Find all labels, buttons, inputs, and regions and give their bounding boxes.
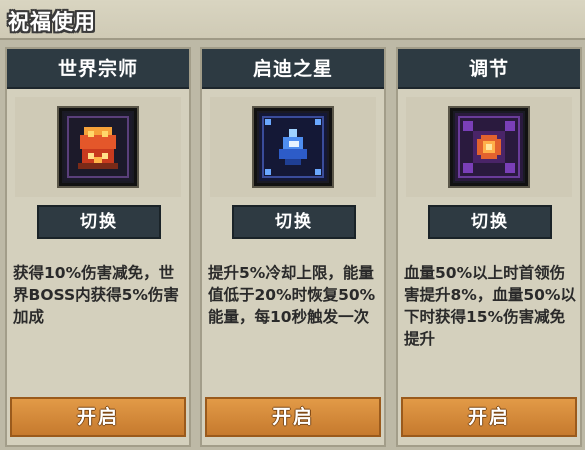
card-title: 世界宗师 bbox=[7, 49, 189, 89]
icon-area bbox=[15, 97, 181, 197]
blessing-card-enlightening-star: 启迪之星 切换 提升5%冷却上限，能量值低于20%时恢复50%能量，每10秒触发… bbox=[200, 47, 386, 447]
switch-button[interactable]: 切换 bbox=[428, 205, 552, 239]
blessing-panel: 祝福使用 世界宗师 切换 获得10%伤害减免，世界BOSS内获得5%伤害加成 开… bbox=[0, 0, 585, 450]
card-description: 血量50%以上时首领伤害提升8%，血量50%以下时获得15%伤害减免提升 bbox=[404, 264, 576, 348]
icon-area bbox=[406, 97, 572, 197]
blessing-card-adjust: 调节 切换 血量50%以上时首领伤害提升8%，血量50%以下时获得15%伤害减免… bbox=[396, 47, 582, 447]
icon-area bbox=[210, 97, 376, 197]
blue-star-icon bbox=[254, 108, 332, 186]
orange-burst-icon bbox=[450, 108, 528, 186]
open-button[interactable]: 开启 bbox=[401, 397, 577, 437]
blessing-card-world-master: 世界宗师 切换 获得10%伤害减免，世界BOSS内获得5%伤害加成 开启 bbox=[5, 47, 191, 447]
title-bar: 祝福使用 bbox=[0, 0, 585, 40]
card-title: 调节 bbox=[398, 49, 580, 89]
open-button[interactable]: 开启 bbox=[205, 397, 381, 437]
card-description: 获得10%伤害减免，世界BOSS内获得5%伤害加成 bbox=[13, 264, 179, 326]
switch-button[interactable]: 切换 bbox=[37, 205, 161, 239]
fire-crown-icon bbox=[59, 108, 137, 186]
card-description: 提升5%冷却上限，能量值低于20%时恢复50%能量，每10秒触发一次 bbox=[208, 264, 376, 326]
panel-title: 祝福使用 bbox=[8, 10, 96, 34]
card-title: 启迪之星 bbox=[202, 49, 384, 89]
open-button[interactable]: 开启 bbox=[10, 397, 186, 437]
switch-button[interactable]: 切换 bbox=[232, 205, 356, 239]
